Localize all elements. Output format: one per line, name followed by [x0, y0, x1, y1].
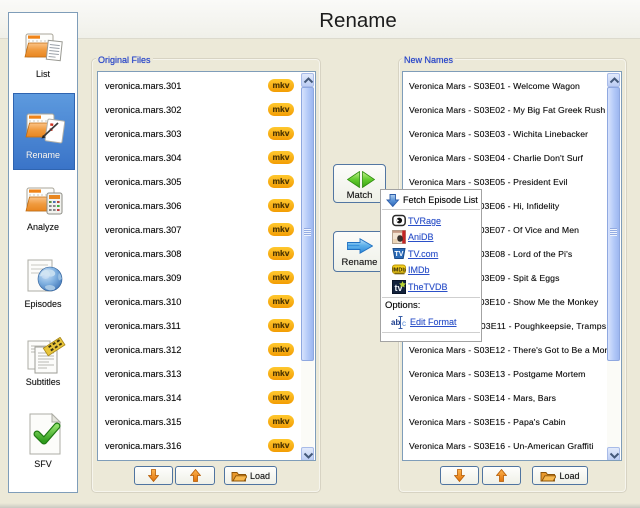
svg-text:IMDb: IMDb: [392, 268, 406, 274]
svg-text:TV: TV: [395, 251, 404, 258]
svg-text:c: c: [402, 319, 406, 328]
svg-text:ab: ab: [391, 318, 400, 327]
